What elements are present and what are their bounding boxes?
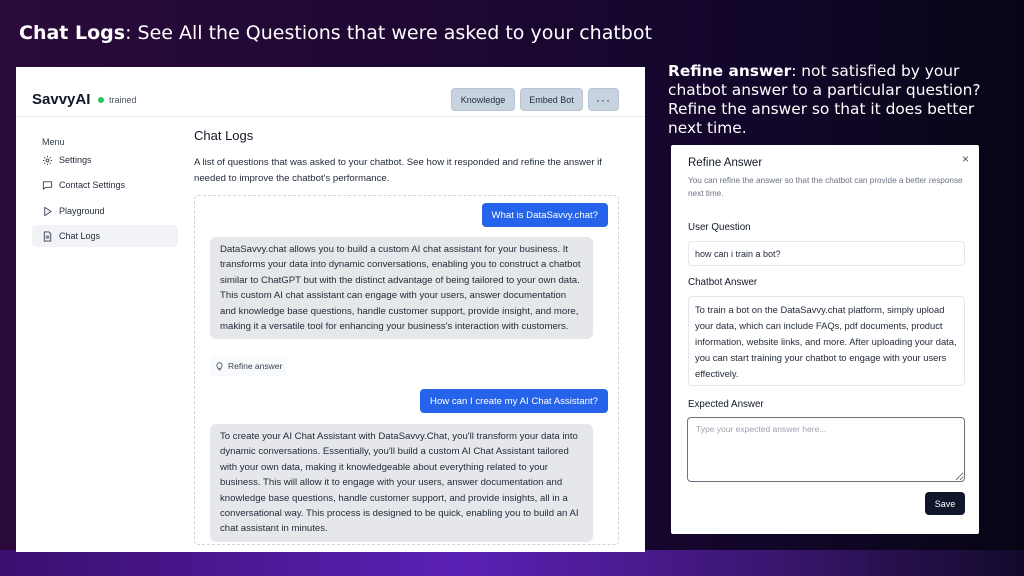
more-options-button[interactable]: ···: [588, 88, 619, 111]
user-question-bubble: What is DataSavvy.chat?: [481, 203, 608, 227]
sidebar-item-label: Chat Logs: [59, 231, 101, 241]
status-badge: trained: [98, 95, 137, 105]
sidebar-item-playground[interactable]: Playground: [32, 200, 178, 222]
user-question-bubble: How can I create my AI Chat Assistant?: [420, 389, 608, 413]
app-header: SavvyAI trained Knowledge Embed Bot ···: [16, 67, 645, 117]
sidebar-item-contact-settings[interactable]: Contact Settings: [32, 174, 178, 196]
sidebar-item-label: Settings: [59, 155, 92, 165]
refine-answer-caption: Refine answer: not satisfied by your cha…: [668, 62, 1008, 138]
expected-answer-label: Expected Answer: [688, 399, 764, 410]
slide-title: Chat Logs: See All the Questions that we…: [19, 22, 652, 44]
status-label: trained: [109, 95, 137, 105]
sidebar-item-label: Playground: [59, 206, 105, 216]
document-icon: [43, 230, 52, 242]
page-title: Chat Logs: [194, 128, 254, 143]
brand-logo: SavvyAI: [32, 91, 91, 108]
gear-icon: [42, 155, 53, 165]
menu-heading: Menu: [42, 137, 65, 147]
embed-bot-button[interactable]: Embed Bot: [520, 88, 583, 111]
knowledge-button[interactable]: Knowledge: [451, 88, 515, 111]
refine-answer-modal: Refine Answer × You can refine the answe…: [671, 145, 979, 534]
modal-title: Refine Answer: [688, 157, 763, 169]
sidebar-item-label: Contact Settings: [59, 180, 126, 190]
play-icon: [44, 206, 52, 216]
lightbulb-icon: [216, 361, 223, 370]
slide-title-bold: Chat Logs: [19, 22, 126, 44]
user-question-label: User Question: [688, 222, 751, 233]
refine-answer-label: Refine answer: [228, 361, 283, 371]
chatbot-answer-field[interactable]: To train a bot on the DataSavvy.chat pla…: [688, 296, 965, 386]
user-question-field[interactable]: how can i train a bot?: [688, 241, 965, 266]
bot-answer-bubble: DataSavvy.chat allows you to build a cus…: [210, 237, 593, 340]
close-icon[interactable]: ×: [962, 152, 969, 166]
chat-bubble-icon: [42, 180, 53, 190]
refine-answer-button[interactable]: Refine answer: [210, 356, 288, 376]
chatbot-answer-label: Chatbot Answer: [688, 277, 758, 288]
chat-logs-screenshot: SavvyAI trained Knowledge Embed Bot ··· …: [16, 67, 645, 552]
chat-log-list[interactable]: What is DataSavvy.chat? DataSavvy.chat a…: [194, 195, 619, 545]
slide-title-rest: : See All the Questions that were asked …: [125, 22, 652, 44]
background-bottom-band: [0, 550, 1024, 576]
save-button[interactable]: Save: [925, 492, 965, 515]
page-description: A list of questions that was asked to yo…: [194, 157, 602, 184]
sidebar-item-settings[interactable]: Settings: [32, 149, 178, 171]
status-dot-icon: [98, 97, 104, 103]
modal-subtitle: You can refine the answer so that the ch…: [688, 176, 963, 198]
bot-answer-bubble: To create your AI Chat Assistant with Da…: [210, 424, 593, 542]
sidebar-item-chat-logs[interactable]: Chat Logs: [32, 225, 178, 247]
expected-answer-input[interactable]: [687, 417, 965, 482]
refine-caption-bold: Refine answer: [668, 62, 792, 80]
